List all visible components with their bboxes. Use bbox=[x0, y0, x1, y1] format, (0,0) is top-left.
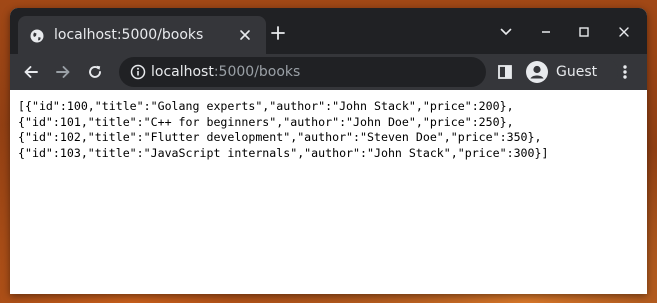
close-tab-icon[interactable] bbox=[237, 27, 253, 43]
tab-books[interactable]: localhost:5000/books bbox=[18, 16, 266, 54]
back-arrow-icon[interactable] bbox=[21, 62, 41, 82]
tab-title: localhost:5000/books bbox=[54, 27, 204, 43]
json-line: {"id":103,"title":"JavaScript internals"… bbox=[18, 145, 549, 160]
new-tab-icon[interactable] bbox=[269, 24, 287, 42]
json-line: {"id":101,"title":"C++ for beginners","a… bbox=[18, 114, 514, 129]
globe-icon bbox=[30, 28, 44, 43]
tab-strip: localhost:5000/books bbox=[10, 8, 647, 54]
url-path: :5000/books bbox=[213, 64, 301, 80]
json-line: {"id":102,"title":"Flutter development",… bbox=[18, 130, 542, 144]
address-bar[interactable]: localhost:5000/books bbox=[119, 57, 486, 87]
page-content: [{"id":100,"title":"Golang experts","aut… bbox=[10, 90, 647, 294]
minimize-icon[interactable] bbox=[536, 22, 556, 42]
guest-avatar-icon bbox=[526, 61, 548, 83]
json-line: [{"id":100,"title":"Golang experts","aut… bbox=[18, 99, 514, 113]
kebab-menu-icon[interactable] bbox=[615, 62, 635, 82]
url-host: localhost bbox=[151, 64, 214, 80]
tab-search-chevron-icon[interactable] bbox=[496, 22, 516, 42]
reload-icon[interactable] bbox=[85, 62, 105, 82]
side-panel-icon[interactable] bbox=[495, 62, 515, 82]
forward-arrow-icon[interactable] bbox=[53, 62, 73, 82]
site-info-icon[interactable] bbox=[130, 64, 146, 80]
profile-button[interactable]: Guest bbox=[522, 58, 618, 86]
json-response: [{"id":100,"title":"Golang experts","aut… bbox=[18, 99, 638, 161]
url-text[interactable]: localhost:5000/books bbox=[151, 63, 300, 81]
close-window-icon[interactable] bbox=[614, 22, 634, 42]
browser-window: localhost:5000/books localhost:5000/book… bbox=[10, 8, 647, 294]
profile-label: Guest bbox=[556, 64, 598, 80]
browser-toolbar: localhost:5000/books Guest bbox=[10, 54, 647, 90]
maximize-icon[interactable] bbox=[574, 22, 594, 42]
